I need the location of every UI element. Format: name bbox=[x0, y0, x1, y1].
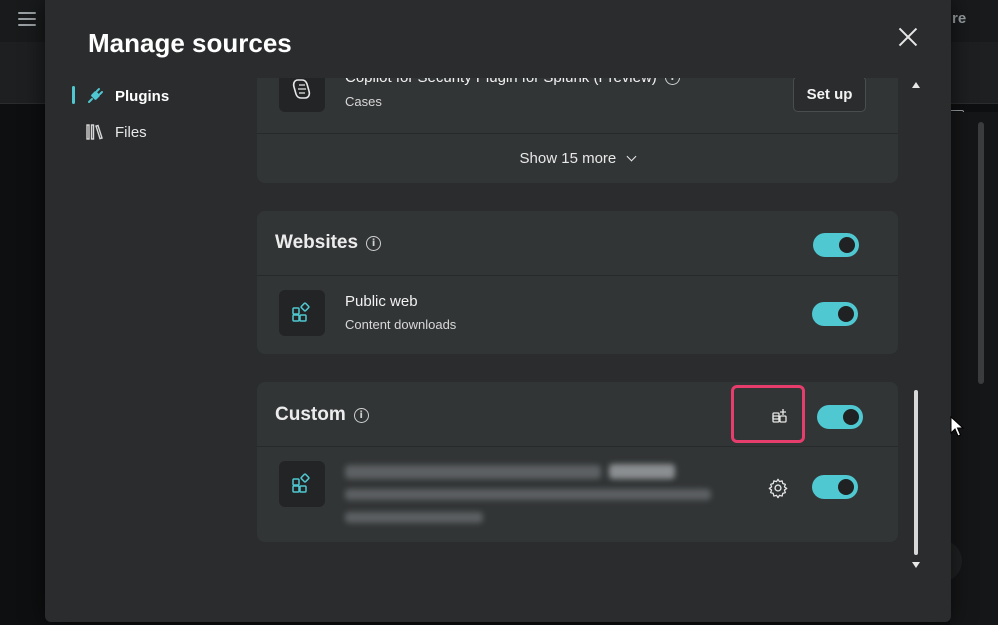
settings-gear-icon[interactable] bbox=[767, 477, 789, 504]
section-title-text: Websites bbox=[275, 232, 359, 253]
hamburger-menu-icon[interactable] bbox=[18, 12, 36, 26]
custom-item-row bbox=[257, 446, 898, 542]
info-icon[interactable]: i bbox=[366, 235, 382, 251]
scroll-down-arrow-icon[interactable] bbox=[912, 562, 920, 568]
custom-toggle[interactable] bbox=[817, 405, 863, 429]
scroll-up-arrow-icon[interactable] bbox=[912, 82, 920, 88]
public-web-subtitle: Content downloads bbox=[345, 317, 457, 332]
redacted-title bbox=[345, 465, 601, 479]
show-more-button[interactable]: Show 15 more bbox=[257, 150, 898, 167]
dialog-title: Manage sources bbox=[88, 28, 292, 58]
custom-section-title: Custom i bbox=[275, 404, 369, 426]
redacted-description-line-2 bbox=[345, 512, 483, 523]
info-icon[interactable]: i bbox=[664, 78, 680, 85]
plugin-subtitle: Cases bbox=[345, 94, 382, 109]
active-nav-indicator bbox=[72, 86, 75, 104]
nav-item-plugins[interactable]: Plugins bbox=[85, 83, 169, 109]
plugin-tile bbox=[279, 78, 325, 112]
nav-item-files[interactable]: Files bbox=[85, 119, 147, 145]
show-more-label: Show 15 more bbox=[519, 150, 617, 167]
apps-add-icon bbox=[292, 302, 310, 322]
show-more-row: Show 15 more bbox=[257, 133, 898, 183]
websites-section-title: Websites i bbox=[275, 232, 382, 254]
plugin-title-text: Copilot for Security Plugin for Splunk (… bbox=[345, 78, 657, 86]
set-up-button[interactable]: Set up bbox=[793, 78, 866, 112]
mouse-pointer-icon bbox=[950, 415, 965, 443]
custom-plugin-toggle[interactable] bbox=[812, 475, 858, 499]
close-icon[interactable] bbox=[897, 26, 919, 48]
dialog-scrollbar-thumb[interactable] bbox=[914, 390, 918, 555]
plugin-title: Copilot for Security Plugin for Splunk (… bbox=[345, 78, 680, 86]
custom-card: Custom i bbox=[257, 382, 898, 542]
plugin-tile bbox=[279, 290, 325, 336]
chevron-down-icon bbox=[626, 151, 637, 162]
plugins-card: Copilot for Security Plugin for Splunk (… bbox=[257, 78, 898, 183]
library-icon bbox=[85, 122, 105, 142]
info-icon[interactable]: i bbox=[353, 407, 369, 423]
app-scrollbar[interactable] bbox=[978, 122, 984, 384]
redacted-description-line-1 bbox=[345, 489, 711, 500]
plugin-tile bbox=[279, 461, 325, 507]
nav-item-label: Files bbox=[115, 123, 147, 141]
public-web-title: Public web bbox=[345, 293, 418, 310]
websites-card: Websites i Public web Content downloads bbox=[257, 211, 898, 354]
apps-add-icon bbox=[292, 473, 310, 493]
websites-toggle[interactable] bbox=[813, 233, 859, 257]
websites-item-row: Public web Content downloads bbox=[257, 275, 898, 354]
redacted-badge bbox=[609, 464, 675, 479]
add-plugin-button[interactable] bbox=[768, 404, 792, 428]
sources-content: Copilot for Security Plugin for Splunk (… bbox=[257, 78, 901, 622]
plug-icon bbox=[85, 86, 105, 106]
apps-add-icon bbox=[772, 409, 787, 423]
app-top-right-text: re bbox=[952, 10, 967, 27]
nav-item-label: Plugins bbox=[115, 87, 170, 105]
section-title-text: Custom bbox=[275, 404, 346, 425]
copilot-icon bbox=[292, 79, 311, 99]
manage-sources-dialog: Manage sources Plugins Files Cases Set u… bbox=[45, 0, 951, 622]
public-web-toggle[interactable] bbox=[812, 302, 858, 326]
